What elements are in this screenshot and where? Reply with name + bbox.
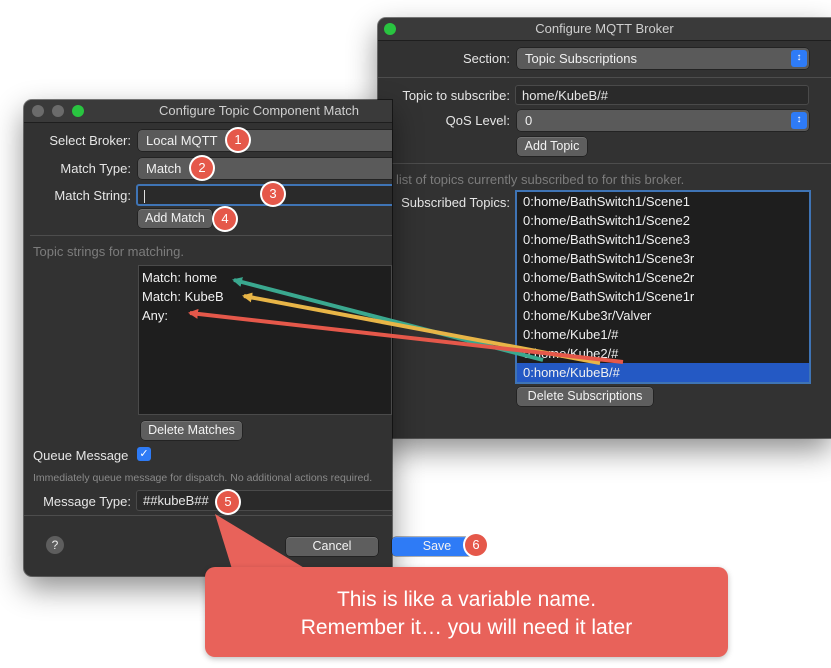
subscribed-topic-row[interactable]: 0:home/Kube2/#: [517, 344, 809, 363]
badge-6: 6: [465, 534, 487, 556]
cancel-button[interactable]: Cancel: [286, 537, 378, 556]
select-broker-label: Select Broker:: [49, 133, 131, 148]
message-type-field[interactable]: ##kubeB##: [136, 490, 392, 511]
badge-3: 3: [262, 183, 284, 205]
mqtt-broker-window: Configure MQTT Broker Section: Topic Sub…: [378, 18, 831, 438]
subscribed-topic-row[interactable]: 0:home/Kube3r/Valver: [517, 306, 809, 325]
queue-hint: Immediately queue message for dispatch. …: [33, 472, 373, 484]
delete-matches-button[interactable]: Delete Matches: [141, 421, 242, 440]
callout-line-1: This is like a variable name.: [336, 588, 597, 611]
message-type-label: Message Type:: [43, 494, 131, 509]
match-type-value: Match: [146, 161, 182, 176]
text-cursor: [144, 190, 145, 204]
match-separator-bottom: [24, 515, 392, 516]
close-button[interactable]: [32, 105, 44, 117]
subscribed-topic-row[interactable]: 0:home/BathSwitch1/Scene1: [517, 192, 809, 211]
select-broker-value: Local MQTT: [146, 133, 218, 148]
qos-level-value: 0: [525, 113, 533, 128]
select-broker-popup[interactable]: Local MQTT: [138, 130, 392, 151]
subscribed-topic-row[interactable]: 0:home/BathSwitch1/Scene3: [517, 230, 809, 249]
subscribed-topic-row[interactable]: 0:home/BathSwitch1/Scene2: [517, 211, 809, 230]
zoom-button[interactable]: [384, 23, 396, 35]
help-icon: ?: [51, 538, 59, 552]
delete-subscriptions-button[interactable]: Delete Subscriptions: [517, 387, 653, 406]
help-button[interactable]: ?: [46, 536, 64, 554]
topic-to-subscribe-field[interactable]: home/KubeB/#: [515, 85, 809, 105]
badge-1: 1: [227, 129, 249, 151]
match-row[interactable]: Any:: [139, 306, 391, 325]
match-separator-top: [30, 235, 392, 236]
subscribed-topic-row[interactable]: 0:home/BathSwitch1/Scene3r: [517, 249, 809, 268]
subscribed-topic-row[interactable]: 0:home/BathSwitch1/Scene1r: [517, 287, 809, 306]
broker-window-title: Configure MQTT Broker: [535, 21, 674, 36]
badge-5: 5: [217, 491, 239, 513]
badge-2: 2: [191, 157, 213, 179]
subscribed-topic-row[interactable]: 0:home/BathSwitch1/Scene2r: [517, 268, 809, 287]
minimize-button[interactable]: [52, 105, 64, 117]
match-type-popup[interactable]: Match: [138, 158, 392, 179]
annotation-callout: This is like a variable name. Remember i…: [205, 567, 728, 657]
checkmark-icon: ✓: [139, 448, 149, 460]
matching-hint: Topic strings for matching.: [33, 244, 185, 259]
subscribed-topic-row[interactable]: 0:home/Kube1/#: [517, 325, 809, 344]
match-window-title: Configure Topic Component Match: [159, 103, 359, 118]
qos-level-label: QoS Level:: [445, 113, 510, 128]
chevron-updown-icon: ↕: [791, 112, 807, 129]
section-popup[interactable]: Topic Subscriptions ↕: [517, 48, 809, 69]
match-row[interactable]: Match: home: [139, 268, 391, 287]
matches-list[interactable]: Match: home Match: KubeB Any:: [138, 265, 392, 415]
match-row[interactable]: Match: KubeB: [139, 287, 391, 306]
match-type-label: Match Type:: [60, 161, 131, 176]
chevron-updown-icon: ↕: [791, 50, 807, 67]
match-string-label: Match String:: [54, 188, 131, 203]
zoom-button[interactable]: [72, 105, 84, 117]
callout-line-2: Remember it… you will need it later: [300, 616, 633, 639]
add-match-button[interactable]: Add Match: [138, 209, 212, 228]
match-titlebar: Configure Topic Component Match: [24, 100, 392, 123]
subscribed-topics-label: Subscribed Topics:: [401, 195, 510, 210]
subscribed-list-hint: The list of topics currently subscribed …: [378, 172, 685, 187]
section-label: Section:: [463, 51, 510, 66]
broker-titlebar: Configure MQTT Broker: [378, 18, 831, 41]
broker-separator-top: [378, 77, 831, 78]
queue-message-checkbox[interactable]: ✓: [137, 447, 151, 461]
add-topic-button[interactable]: Add Topic: [517, 137, 587, 156]
subscribed-topic-row[interactable]: 0:home/KubeB/#: [517, 363, 809, 382]
section-value: Topic Subscriptions: [525, 51, 637, 66]
subscribed-topics-list[interactable]: 0:home/BathSwitch1/Scene1 0:home/BathSwit…: [515, 190, 811, 384]
topic-to-subscribe-label: Topic to subscribe:: [402, 88, 510, 103]
badge-4: 4: [214, 208, 236, 230]
qos-level-popup[interactable]: 0 ↕: [517, 110, 809, 131]
queue-message-label: Queue Message: [33, 448, 129, 463]
broker-separator-mid: [378, 163, 831, 164]
